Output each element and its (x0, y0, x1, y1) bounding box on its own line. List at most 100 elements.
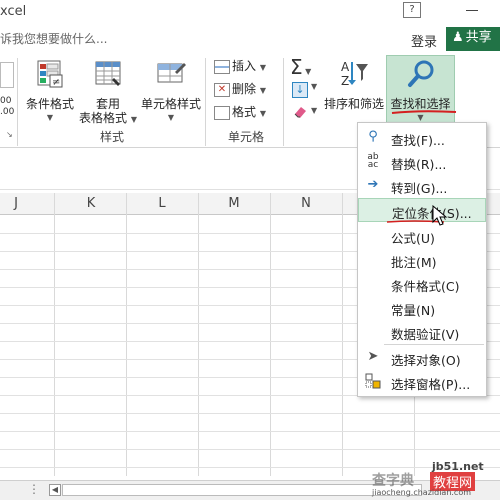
group-separator (17, 58, 18, 146)
cursor-arrow-icon: ➤ (367, 349, 379, 364)
title-bar (0, 0, 500, 26)
column-header-l[interactable]: L (126, 196, 198, 211)
delete-button[interactable]: ✕ 删除 ▼ (214, 79, 266, 99)
menu-item-label: 批注(M) (391, 255, 437, 270)
insert-icon (214, 59, 230, 74)
format-button[interactable]: 格式 ▼ (214, 102, 266, 122)
menu-item-label: 条件格式(C) (391, 279, 460, 294)
sort-filter-icon: A Z (341, 60, 368, 88)
sort-filter-button[interactable]: A Z 排序和筛选 (322, 58, 386, 111)
menu-item-label: 数据验证(V) (391, 327, 460, 342)
replace-icon: ab ac (367, 152, 379, 170)
menu-item-label: 常量(N) (391, 303, 436, 318)
magnifier-icon (407, 60, 433, 87)
grid-line (270, 193, 271, 476)
decimal-buttons[interactable]: 00 .00 (0, 96, 14, 118)
svg-text:A: A (341, 60, 350, 74)
format-as-table-label-1: 套用 (95, 97, 120, 111)
insert-button[interactable]: 插入 ▼ (214, 56, 266, 76)
menu-item-selection-pane[interactable]: 选择窗格(P)... (358, 370, 486, 394)
grid-line (0, 431, 500, 432)
format-as-table-button[interactable]: 套用 表格格式 ▼ (78, 58, 138, 127)
menu-item-data-validation[interactable]: 数据验证(V) (358, 320, 486, 344)
cells-group-label: 单元格 (228, 130, 265, 144)
menu-item-label: 公式(U) (391, 231, 435, 246)
share-button[interactable]: ♟ 共享 (446, 27, 500, 51)
format-icon (214, 105, 230, 120)
chevron-down-icon: ▼ (259, 109, 266, 118)
grid-line (342, 193, 343, 476)
watermark-line1: 查字典 (372, 473, 414, 489)
scroll-left-button[interactable]: ◀ (49, 484, 61, 496)
format-as-table-label-2: 表格格式 ▼ (78, 111, 138, 127)
watermark: jb51.net 查字典 教程网 jiaocheng.chazidian.com (372, 460, 500, 500)
format-as-table-label-2-text: 表格格式 (79, 111, 128, 125)
minimize-button[interactable] (462, 0, 482, 20)
chevron-down-icon: ▼ (259, 63, 266, 72)
conditional-format-button[interactable]: ≠ 条件格式 ▼ (22, 58, 78, 125)
login-link[interactable]: 登录 (411, 31, 437, 50)
chevron-down-icon: ▼ (167, 113, 175, 122)
svg-text:Z: Z (341, 74, 349, 88)
menu-item-comments[interactable]: 批注(M) (358, 248, 486, 272)
column-header-m[interactable]: M (198, 196, 270, 211)
decrease-decimal-label: .00 (0, 107, 15, 117)
group-separator (283, 58, 284, 146)
scrollbar-thumb[interactable] (62, 484, 422, 496)
chevron-down-icon: ▼ (302, 67, 312, 76)
number-format-box[interactable] (0, 62, 14, 88)
delete-icon: ✕ (214, 82, 230, 97)
chevron-down-icon: ▼ (46, 113, 54, 122)
dialog-launcher-icon[interactable]: ↘ (6, 130, 13, 139)
cell-styles-label: 单元格样式 (140, 97, 201, 111)
tell-me-search[interactable]: 诉我您想要做什么... (0, 30, 107, 47)
person-plus-icon: ♟ (452, 30, 464, 45)
grid-line (198, 193, 199, 476)
format-label: 格式 (232, 105, 257, 119)
styles-group-label: 样式 (100, 130, 125, 144)
menu-item-goto[interactable]: ➔ 转到(G)... (358, 174, 486, 198)
chevron-down-icon: ▼ (259, 86, 266, 95)
column-header-n[interactable]: N (270, 196, 342, 211)
chevron-down-icon[interactable]: ▼ (311, 82, 317, 91)
menu-item-select-objects[interactable]: ➤ 选择对象(O) (358, 346, 486, 370)
menu-item-replace[interactable]: ab ac 替换(R)... (358, 150, 486, 174)
grid-line (0, 449, 500, 450)
menu-item-label: 替换(R)... (391, 157, 447, 172)
help-button[interactable]: ? (403, 2, 421, 18)
search-icon: ⚲ (368, 129, 378, 144)
autosum-button[interactable]: Σ ▼ (290, 55, 311, 79)
cell-styles-icon (157, 63, 186, 83)
minimize-icon (466, 10, 478, 11)
fill-button[interactable]: ↓ (292, 82, 308, 98)
menu-item-formulas[interactable]: 公式(U) (358, 224, 486, 248)
grid-line (126, 193, 127, 476)
menu-item-label: 选择窗格(P)... (391, 377, 471, 392)
menu-item-find[interactable]: ⚲ 查找(F)... (358, 126, 486, 150)
grid-line (54, 193, 55, 476)
menu-item-conditional-formatting[interactable]: 条件格式(C) (358, 272, 486, 296)
arrow-right-icon: ➔ (367, 177, 379, 192)
menu-item-label: 选择对象(O) (391, 353, 461, 368)
menu-item-label: 查找(F)... (391, 133, 445, 148)
cell-styles-button[interactable]: 单元格样式 ▼ (140, 58, 202, 125)
group-separator (205, 58, 206, 146)
conditional-format-icon: ≠ (37, 60, 63, 88)
share-label: 共享 (465, 30, 492, 45)
column-header-k[interactable]: K (55, 196, 127, 211)
insert-label: 插入 (232, 59, 257, 73)
delete-label: 删除 (232, 82, 257, 96)
sort-filter-label: 排序和筛选 (323, 97, 384, 111)
selection-pane-icon (364, 373, 382, 391)
chevron-down-icon[interactable]: ▼ (311, 106, 317, 115)
watermark-url: jiaocheng.chazidian.com (372, 488, 472, 497)
more-sheets-icon[interactable]: ⋮ (28, 482, 40, 496)
fill-down-icon: ↓ (295, 83, 305, 96)
app-title: xcel (0, 4, 27, 19)
menu-item-label: 转到(G)... (391, 181, 448, 196)
increase-decimal-label: 00 (0, 96, 12, 106)
column-header-j[interactable]: J (0, 196, 52, 211)
grid-line (0, 413, 500, 414)
menu-item-constants[interactable]: 常量(N) (358, 296, 486, 320)
clear-button[interactable] (292, 105, 308, 119)
